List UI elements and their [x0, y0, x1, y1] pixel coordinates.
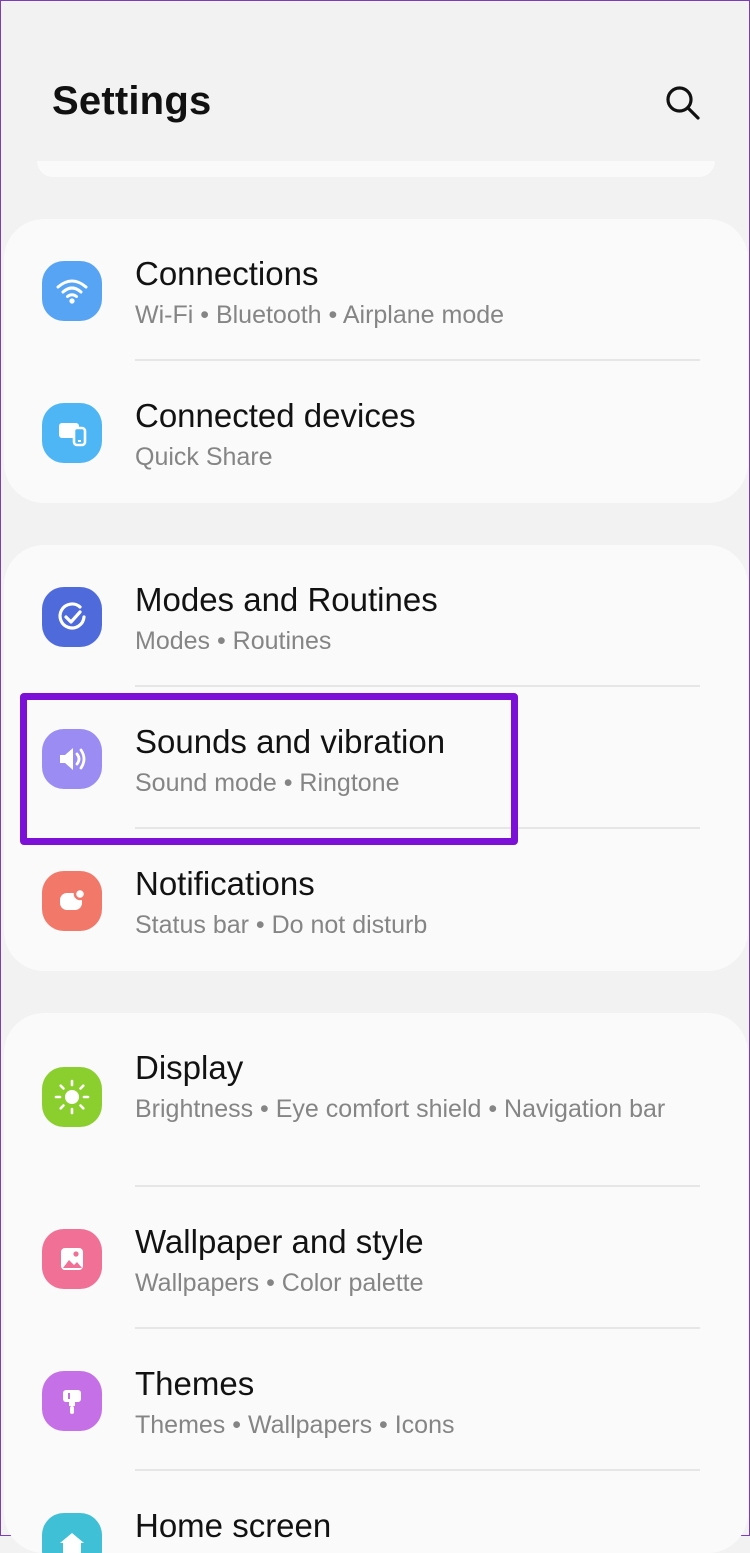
check-circle-icon [42, 587, 102, 647]
item-title: Sounds and vibration [135, 723, 446, 760]
item-title: Themes [135, 1365, 255, 1402]
item-title: Notifications [135, 865, 315, 902]
settings-item-modes-and-routines[interactable]: Modes and Routines Modes • Routines [4, 545, 748, 687]
item-title: Connections [135, 255, 319, 292]
item-title: Modes and Routines [135, 581, 438, 618]
settings-item-home-screen[interactable]: Home screen [4, 1471, 748, 1553]
devices-icon [42, 403, 102, 463]
settings-item-display[interactable]: Display Brightness • Eye comfort shield … [4, 1013, 748, 1187]
collapsed-search-bar [37, 161, 715, 177]
item-title: Home screen [135, 1507, 332, 1544]
item-title: Wallpaper and style [135, 1223, 424, 1260]
page-title: Settings [52, 79, 212, 123]
item-title: Display [135, 1049, 244, 1086]
brush-icon [42, 1371, 102, 1431]
search-icon [666, 86, 700, 120]
item-subtitle: Modes • Routines [135, 627, 332, 655]
settings-group-display: Display Brightness • Eye comfort shield … [4, 1013, 748, 1553]
search-button[interactable] [661, 81, 705, 125]
item-subtitle: Status bar • Do not disturb [135, 911, 428, 939]
header: Settings [1, 1, 749, 171]
settings-item-connections[interactable]: Connections Wi-Fi • Bluetooth • Airplane… [4, 219, 748, 361]
item-title: Connected devices [135, 397, 416, 434]
settings-item-notifications[interactable]: Notifications Status bar • Do not distur… [4, 829, 748, 971]
speaker-icon [42, 729, 102, 789]
item-subtitle: Wi-Fi • Bluetooth • Airplane mode [135, 301, 505, 329]
item-subtitle: Wallpapers • Color palette [135, 1269, 424, 1297]
wifi-icon [42, 261, 102, 321]
image-icon [42, 1229, 102, 1289]
item-subtitle: Sound mode • Ringtone [135, 769, 400, 797]
notification-icon [42, 871, 102, 931]
item-subtitle: Themes • Wallpapers • Icons [135, 1411, 455, 1439]
settings-group-network: Connections Wi-Fi • Bluetooth • Airplane… [4, 219, 748, 503]
settings-item-themes[interactable]: Themes Themes • Wallpapers • Icons [4, 1329, 748, 1471]
home-icon [42, 1513, 102, 1553]
item-subtitle: Brightness • Eye comfort shield • Naviga… [135, 1095, 666, 1123]
item-subtitle: Quick Share [135, 443, 273, 471]
sun-icon [42, 1067, 102, 1127]
settings-item-connected-devices[interactable]: Connected devices Quick Share [4, 361, 748, 503]
settings-group-modes: Modes and Routines Modes • Routines Soun… [4, 545, 748, 971]
settings-item-sounds-and-vibration[interactable]: Sounds and vibration Sound mode • Ringto… [4, 687, 748, 829]
settings-item-wallpaper-and-style[interactable]: Wallpaper and style Wallpapers • Color p… [4, 1187, 748, 1329]
